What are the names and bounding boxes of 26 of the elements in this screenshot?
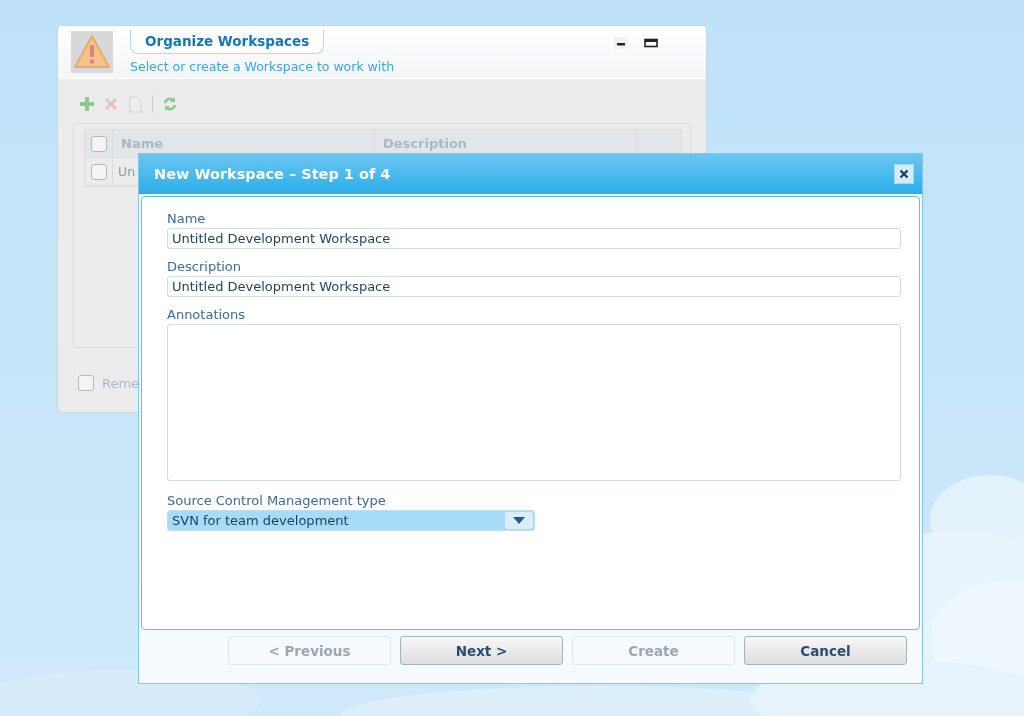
window-title: Organize Workspaces	[130, 30, 325, 54]
maximize-icon[interactable]	[644, 37, 658, 49]
checkbox[interactable]	[78, 375, 94, 391]
dialog-title: New Workspace – Step 1 of 4	[154, 166, 391, 182]
table-cell: Un	[118, 164, 136, 179]
input-field[interactable]: Untitled Development Workspace	[167, 228, 901, 249]
dropdown[interactable]: SVN for team development	[167, 510, 535, 531]
close-icon	[899, 169, 909, 179]
add-icon[interactable]	[78, 95, 96, 113]
warning-icon	[71, 31, 113, 73]
dialog-button[interactable]: Next >	[400, 636, 563, 665]
input-field[interactable]: Untitled Development Workspace	[167, 276, 901, 297]
checkbox[interactable]	[90, 163, 107, 180]
checkbox-label: Reme	[102, 375, 140, 391]
refresh-icon[interactable]	[161, 95, 179, 113]
field-label: Source Control Management type	[167, 493, 387, 508]
checkbox[interactable]	[90, 135, 107, 152]
field-label: Description	[167, 259, 243, 274]
dialog-button[interactable]: Cancel	[744, 636, 907, 665]
window-subtitle: Select or create a Workspace to work with	[130, 59, 396, 74]
dropdown-arrow-icon	[513, 516, 525, 525]
field-label: Annotations	[167, 307, 247, 322]
close-button[interactable]	[894, 164, 914, 184]
text-area[interactable]	[167, 324, 901, 481]
field-label: Name	[167, 211, 207, 226]
minimize-icon[interactable]	[614, 37, 628, 49]
